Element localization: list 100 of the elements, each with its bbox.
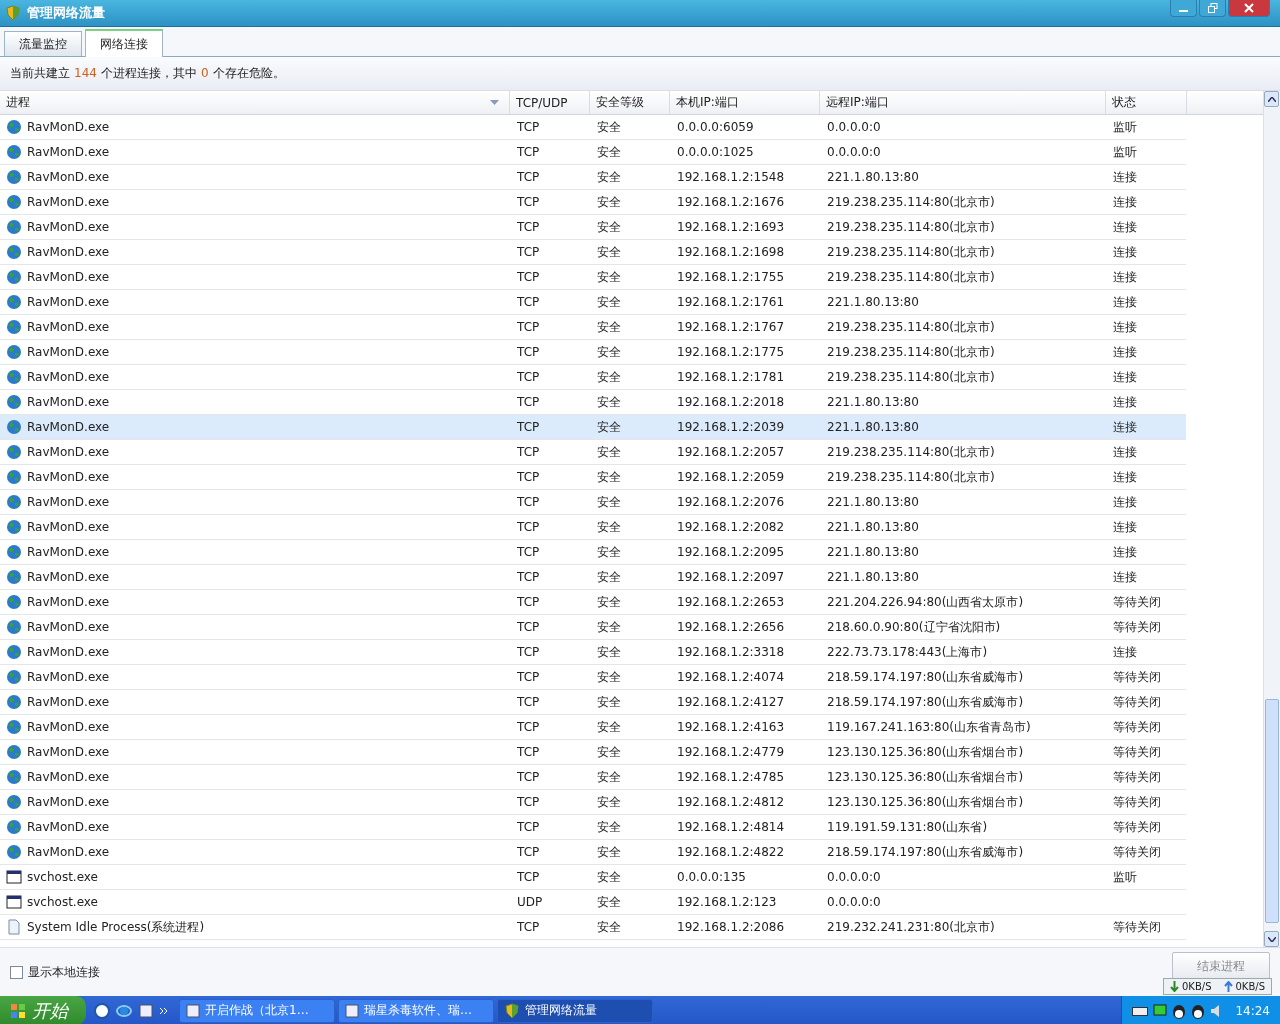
table-cell: 219.238.235.114:80(北京市) (827, 368, 995, 386)
taskbar-button[interactable]: 瑞星杀毒软件、瑞… (338, 998, 494, 1023)
table-row[interactable]: RavMonD.exe TCP 安全 192.168.1.2:4822 218.59.174.197:80(山东省威海市) 等待关闭 (0, 840, 1186, 865)
table-row[interactable]: RavMonD.exe TCP 安全 192.168.1.2:4814 119.191.59.131:80(山东省) 等待关闭 (0, 815, 1186, 840)
table-cell: 119.167.241.163:80(山东省青岛市) (827, 718, 1031, 736)
table-cell: 连接 (1113, 543, 1137, 561)
tab[interactable]: 网络连接 (85, 29, 163, 57)
table-row[interactable]: RavMonD.exe TCP 安全 192.168.1.2:1548 221.1.80.13:80 连接 (0, 165, 1186, 190)
table-cell: 221.204.226.94:80(山西省太原市) (827, 593, 1024, 611)
table-cell: TCP (517, 470, 540, 484)
table-row[interactable]: RavMonD.exe TCP 安全 192.168.1.2:1698 219.238.235.114:80(北京市) 连接 (0, 240, 1186, 265)
restore-button[interactable] (1199, 0, 1226, 17)
table-row[interactable]: RavMonD.exe TCP 安全 192.168.1.2:4779 123.130.125.36:80(山东省烟台市) 等待关闭 (0, 740, 1186, 765)
table-cell: 192.168.1.2:2097 (677, 570, 785, 584)
table-cell: 安全 (597, 368, 621, 386)
globe-icon (6, 194, 22, 210)
table-row[interactable]: RavMonD.exe TCP 安全 192.168.1.2:2082 221.1.80.13:80 连接 (0, 515, 1186, 540)
minimize-button[interactable] (1170, 0, 1197, 17)
globe-icon (6, 444, 22, 460)
table-row[interactable]: RavMonD.exe TCP 安全 192.168.1.2:2057 219.238.235.114:80(北京市) 连接 (0, 440, 1186, 465)
scroll-up-button[interactable] (1264, 91, 1279, 107)
table-cell: TCP (517, 820, 540, 834)
table-cell: TCP (517, 295, 540, 309)
table-cell: 安全 (597, 318, 621, 336)
table-cell: 安全 (597, 393, 621, 411)
column-header[interactable]: TCP/UDP (510, 91, 590, 114)
table-cell: 连接 (1113, 568, 1137, 586)
table-cell: 192.168.1.2:4127 (677, 695, 785, 709)
table-row[interactable]: RavMonD.exe TCP 安全 192.168.1.2:2095 221.1.80.13:80 连接 (0, 540, 1186, 565)
taskbar-button[interactable]: 管理网络流量 (497, 998, 653, 1023)
table-row[interactable]: RavMonD.exe TCP 安全 192.168.1.2:4163 119.167.241.163:80(山东省青岛市) 等待关闭 (0, 715, 1186, 740)
globe-icon (6, 569, 22, 585)
table-row[interactable]: RavMonD.exe TCP 安全 192.168.1.2:4127 218.59.174.197:80(山东省威海市) 等待关闭 (0, 690, 1186, 715)
table-row[interactable]: RavMonD.exe TCP 安全 192.168.1.2:2039 221.1.80.13:80 连接 (0, 415, 1186, 440)
table-row[interactable]: RavMonD.exe TCP 安全 0.0.0.0:1025 0.0.0.0:0 监听 (0, 140, 1186, 165)
start-button[interactable]: 开始 (0, 996, 86, 1024)
table-row[interactable]: RavMonD.exe TCP 安全 192.168.1.2:4074 218.59.174.197:80(山东省威海市) 等待关闭 (0, 665, 1186, 690)
table-cell: 安全 (597, 543, 621, 561)
table-cell: TCP (517, 570, 540, 584)
table-row[interactable]: RavMonD.exe TCP 安全 192.168.1.2:1767 219.238.235.114:80(北京市) 连接 (0, 315, 1186, 340)
column-header[interactable]: 状态 (1106, 91, 1187, 114)
table-cell: RavMonD.exe (27, 595, 110, 609)
table-cell: 安全 (597, 243, 621, 261)
close-button[interactable] (1228, 0, 1270, 17)
table-cell: TCP (517, 845, 540, 859)
table-row[interactable]: RavMonD.exe TCP 安全 192.168.1.2:1761 221.1.80.13:80 连接 (0, 290, 1186, 315)
table-cell: 123.130.125.36:80(山东省烟台市) (827, 743, 1024, 761)
table-cell: TCP (517, 345, 540, 359)
scroll-down-button[interactable] (1264, 931, 1279, 947)
monitor-icon[interactable] (1153, 1003, 1168, 1018)
table-cell: 安全 (597, 893, 621, 911)
globe-icon (6, 144, 22, 160)
table-row[interactable]: RavMonD.exe TCP 安全 192.168.1.2:1781 219.238.235.114:80(北京市) 连接 (0, 365, 1186, 390)
table-row[interactable]: svchost.exe TCP 安全 0.0.0.0:135 0.0.0.0:0 监听 (0, 865, 1186, 890)
table-row[interactable]: RavMonD.exe TCP 安全 192.168.1.2:3318 222.73.73.178:443(上海市) 连接 (0, 640, 1186, 665)
document-icon[interactable] (138, 1002, 154, 1019)
table-cell: TCP (517, 395, 540, 409)
table-row[interactable]: svchost.exe UDP 安全 192.168.1.2:123 0.0.0.0:0 (0, 890, 1186, 915)
table-row[interactable]: System Idle Process(系统进程) TCP 安全 192.168.1.2:2086 219.232.241.231:80(北京市) 等待关闭 (0, 915, 1186, 940)
table-row[interactable]: RavMonD.exe TCP 安全 192.168.1.2:2059 219.238.235.114:80(北京市) 连接 (0, 465, 1186, 490)
table-row[interactable]: RavMonD.exe TCP 安全 192.168.1.2:1755 219.238.235.114:80(北京市) 连接 (0, 265, 1186, 290)
table-cell: 218.59.174.197:80(山东省威海市) (827, 668, 1024, 686)
column-header[interactable]: 安全等级 (590, 91, 670, 114)
table-cell: 192.168.1.2:2057 (677, 445, 785, 459)
chevron-icon[interactable] (160, 1006, 168, 1015)
checkbox[interactable] (10, 965, 23, 979)
globe-icon (6, 719, 22, 735)
table-row[interactable]: RavMonD.exe TCP 安全 192.168.1.2:4785 123.130.125.36:80(山东省烟台市) 等待关闭 (0, 765, 1186, 790)
table-cell: RavMonD.exe (27, 745, 110, 759)
column-header[interactable]: 本机IP:端口 (670, 91, 820, 114)
table-row[interactable]: RavMonD.exe TCP 安全 192.168.1.2:1775 219.238.235.114:80(北京市) 连接 (0, 340, 1186, 365)
scroll-thumb[interactable] (1265, 699, 1279, 923)
table-cell: TCP (517, 545, 540, 559)
table-cell: 119.191.59.131:80(山东省) (827, 818, 988, 836)
clock: 14:24 (1235, 1003, 1270, 1018)
taskbar-button[interactable]: 开启作战（北京1… (179, 998, 335, 1023)
table-cell: TCP (517, 795, 540, 809)
table-cell: 221.1.80.13:80 (827, 520, 919, 534)
table-row[interactable]: RavMonD.exe TCP 安全 192.168.1.2:2653 221.204.226.94:80(山西省太原市) 等待关闭 (0, 590, 1186, 615)
table-row[interactable]: RavMonD.exe TCP 安全 192.168.1.2:2097 221.1.80.13:80 连接 (0, 565, 1186, 590)
table-row[interactable]: RavMonD.exe TCP 安全 192.168.1.2:2076 221.1.80.13:80 连接 (0, 490, 1186, 515)
table-cell: 等待关闭 (1113, 818, 1161, 836)
column-header[interactable]: 进程 (0, 91, 510, 114)
tab[interactable]: 流量监控 (4, 31, 82, 56)
table-row[interactable]: RavMonD.exe TCP 安全 192.168.1.2:4812 123.130.125.36:80(山东省烟台市) 等待关闭 (0, 790, 1186, 815)
table-cell: 安全 (597, 868, 621, 886)
table-row[interactable]: RavMonD.exe TCP 安全 192.168.1.2:1676 219.238.235.114:80(北京市) 连接 (0, 190, 1186, 215)
globe-icon (6, 744, 22, 760)
table-cell: 123.130.125.36:80(山东省烟台市) (827, 768, 1024, 786)
globe-icon (6, 694, 22, 710)
column-header[interactable]: 远程IP:端口 (820, 91, 1106, 114)
table-row[interactable]: RavMonD.exe TCP 安全 192.168.1.2:2656 218.60.0.90:80(辽宁省沈阳市) 等待关闭 (0, 615, 1186, 640)
table-cell: 连接 (1113, 368, 1137, 386)
table-cell: 222.73.73.178:443(上海市) (827, 643, 988, 661)
scrollbar[interactable] (1263, 91, 1280, 947)
document-icon (186, 1003, 200, 1018)
table-cell: 192.168.1.2:2086 (677, 920, 785, 934)
table-cell: 218.59.174.197:80(山东省威海市) (827, 843, 1024, 861)
table-row[interactable]: RavMonD.exe TCP 安全 0.0.0.0:6059 0.0.0.0:0 监听 (0, 115, 1186, 140)
table-row[interactable]: RavMonD.exe TCP 安全 192.168.1.2:1693 219.238.235.114:80(北京市) 连接 (0, 215, 1186, 240)
